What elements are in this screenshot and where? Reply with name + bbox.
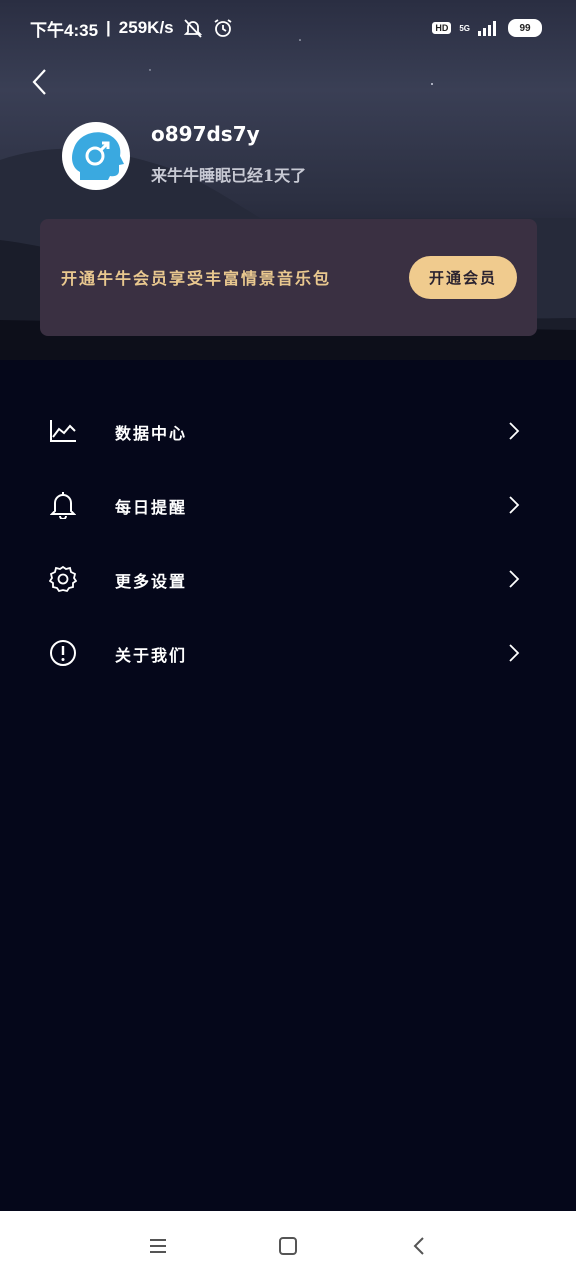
status-divider: | <box>106 18 111 37</box>
menu-item-label: 每日提醒 <box>115 498 188 517</box>
chevron-right-icon <box>509 422 520 440</box>
hd-icon: HD <box>432 22 452 34</box>
male-head-icon <box>63 123 129 189</box>
bell-icon <box>48 491 78 519</box>
home-button[interactable] <box>275 1233 301 1259</box>
square-icon <box>279 1237 297 1255</box>
menu-item-label: 更多设置 <box>115 572 188 591</box>
settings-menu: 数据中心 每日提醒 更多设置 关于我们 <box>0 394 576 690</box>
menu-item-label: 数据中心 <box>115 424 188 443</box>
status-time: 下午4:35 <box>30 20 99 40</box>
chevron-right-icon <box>509 570 520 588</box>
chevron-right-icon <box>509 644 520 662</box>
status-net-speed: 259K/s <box>118 18 174 37</box>
vip-card: 开通牛牛会员享受丰富情景音乐包 开通会员 <box>40 219 537 336</box>
sleep-days-text: 来牛牛睡眠已经1天了 <box>151 166 307 185</box>
system-back-button[interactable] <box>406 1233 432 1259</box>
menu-item-more-settings[interactable]: 更多设置 <box>0 542 576 616</box>
mute-icon <box>183 19 202 38</box>
chevron-left-icon <box>32 69 46 95</box>
menu-item-about-us[interactable]: 关于我们 <box>0 616 576 690</box>
info-icon <box>48 639 78 667</box>
back-button[interactable] <box>24 66 54 98</box>
menu-icon <box>150 1239 166 1253</box>
open-vip-button[interactable]: 开通会员 <box>409 256 517 299</box>
username: o897ds7y <box>151 122 260 146</box>
status-bar: 下午4:35 | 259K/s HD 5G 99 <box>0 0 576 56</box>
gear-icon <box>48 565 78 593</box>
battery-icon: 99 <box>508 19 542 37</box>
system-nav-bar <box>0 1211 576 1280</box>
signal-icon <box>478 21 496 36</box>
recents-button[interactable] <box>145 1233 171 1259</box>
chart-icon <box>48 417 78 445</box>
chevron-left-icon <box>413 1237 424 1255</box>
alarm-icon <box>214 19 232 37</box>
chevron-right-icon <box>509 496 520 514</box>
menu-item-label: 关于我们 <box>115 646 188 665</box>
vip-promo-text: 开通牛牛会员享受丰富情景音乐包 <box>61 269 332 288</box>
network-type: 5G <box>459 23 470 33</box>
avatar[interactable] <box>62 122 130 190</box>
menu-item-daily-reminder[interactable]: 每日提醒 <box>0 468 576 542</box>
menu-item-data-center[interactable]: 数据中心 <box>0 394 576 468</box>
